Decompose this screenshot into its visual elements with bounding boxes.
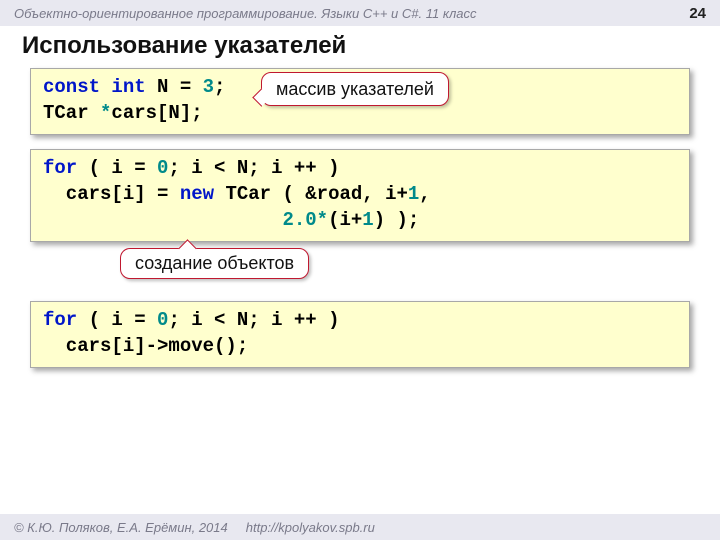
code-block-3: for ( i = 0; i < N; i ++ ) cars[i]->move… — [30, 301, 690, 368]
page-number: 24 — [689, 5, 706, 22]
code-text: TCar — [43, 102, 100, 124]
literal-0: 0 — [157, 157, 168, 179]
code-text: ( i = — [77, 309, 157, 331]
code-text: TCar ( &road, i+ — [214, 183, 408, 205]
footer-authors: © К.Ю. Поляков, Е.А. Ерёмин, 2014 — [14, 520, 228, 535]
code-text: (i+ — [328, 209, 362, 231]
keyword-int: int — [100, 76, 146, 98]
keyword-const: const — [43, 76, 100, 98]
code-text — [43, 209, 282, 231]
code-text: ; i < N; i ++ ) — [168, 157, 339, 179]
code-text: cars[i]->move(); — [43, 335, 248, 357]
code-block-2: for ( i = 0; i < N; i ++ ) cars[i] = new… — [30, 149, 690, 242]
code-text: N = — [146, 76, 203, 98]
callout-object-creation: создание объектов — [120, 248, 309, 279]
literal-3: 3 — [203, 76, 214, 98]
course-title: Объектно-ориентированное программировани… — [14, 6, 477, 21]
code-text: ; i < N; i ++ ) — [168, 309, 339, 331]
keyword-for: for — [43, 309, 77, 331]
footer-bar: © К.Ю. Поляков, Е.А. Ерёмин, 2014 http:/… — [0, 514, 720, 540]
code-text: ; — [214, 76, 225, 98]
keyword-for: for — [43, 157, 77, 179]
code-text: ) ); — [374, 209, 420, 231]
code-text: , — [419, 183, 430, 205]
slide-title: Использование указателей — [0, 26, 720, 68]
code-text: ( i = — [77, 157, 157, 179]
literal-2.0: 2.0 — [282, 209, 316, 231]
literal-1: 1 — [408, 183, 419, 205]
literal-1b: 1 — [362, 209, 373, 231]
star-op: * — [317, 209, 328, 231]
literal-0: 0 — [157, 309, 168, 331]
spacer — [30, 279, 690, 301]
star-op: * — [100, 102, 111, 124]
callout-array-of-pointers: массив указателей — [261, 72, 449, 106]
content-area: const int N = 3; TCar *cars[N];массив ук… — [0, 68, 720, 368]
code-text: cars[i] = — [43, 183, 180, 205]
footer-url: http://kpolyakov.spb.ru — [246, 520, 375, 535]
code-block-1: const int N = 3; TCar *cars[N]; массив ук… — [30, 68, 690, 135]
header-bar: Объектно-ориентированное программировани… — [0, 0, 720, 26]
keyword-new: new — [180, 183, 214, 205]
code-text: cars[N]; — [111, 102, 202, 124]
